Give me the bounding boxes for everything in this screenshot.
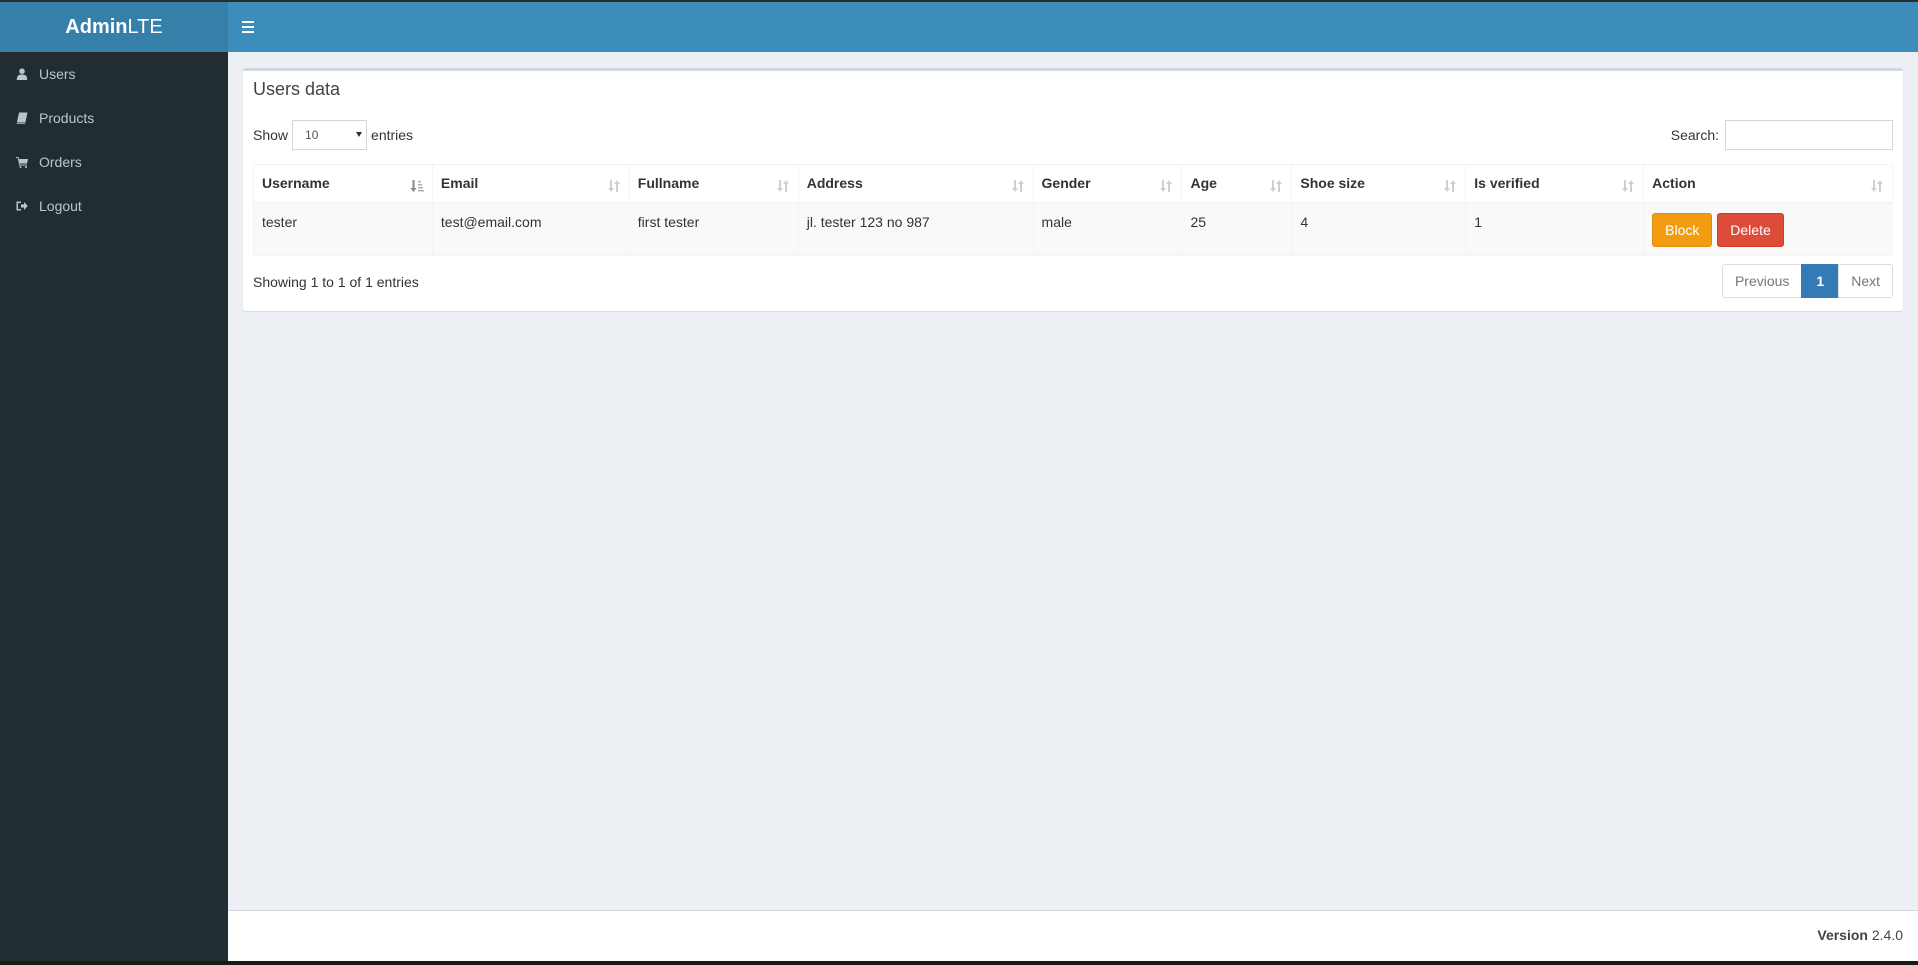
column-header-email[interactable]: Email	[431, 164, 630, 204]
sidebar-item-logout[interactable]: Logout	[0, 184, 228, 228]
logo-bold-text: Admin	[65, 16, 128, 38]
cell-username: tester	[253, 202, 433, 256]
column-header-shoe-size[interactable]: Shoe size	[1291, 164, 1467, 204]
cell-fullname: first tester	[628, 202, 799, 256]
sort-both-icon	[1011, 178, 1025, 192]
sidebar-item-label: Products	[39, 110, 95, 126]
pagination-previous[interactable]: Previous	[1721, 264, 1803, 298]
sidebar-item-label: Logout	[39, 198, 82, 214]
show-label: Show	[253, 127, 289, 143]
pagination: Previous 1 Next	[1721, 264, 1893, 298]
main-footer: Version 2.4.0	[228, 910, 1918, 961]
pagination-page-1[interactable]: 1	[1801, 264, 1840, 298]
shopping-cart-icon	[15, 155, 29, 169]
cell-age: 25	[1181, 202, 1293, 256]
sidebar-item-orders[interactable]: Orders	[0, 140, 228, 184]
column-header-gender[interactable]: Gender	[1032, 164, 1183, 204]
table-row: tester test@email.com first tester jl. t…	[253, 202, 1893, 256]
hamburger-icon	[242, 21, 254, 23]
entries-select-wrapper: 10	[288, 120, 371, 150]
entries-label: entries	[371, 127, 414, 143]
pagination-next[interactable]: Next	[1838, 264, 1893, 298]
cell-address: jl. tester 123 no 987	[797, 202, 1034, 256]
sign-out-icon	[15, 199, 29, 213]
delete-button[interactable]: Delete	[1717, 212, 1784, 247]
column-header-age[interactable]: Age	[1181, 164, 1293, 204]
sort-both-icon	[1443, 178, 1457, 192]
search-control: Search:	[1671, 120, 1893, 150]
cell-shoe-size: 4	[1291, 202, 1467, 256]
entries-length-control: Show 10 entries	[253, 120, 413, 150]
sidebar-item-label: Users	[39, 66, 76, 82]
cell-email: test@email.com	[431, 202, 630, 256]
column-header-fullname[interactable]: Fullname	[628, 164, 799, 204]
cell-action: Block Delete	[1643, 202, 1893, 256]
column-header-address[interactable]: Address	[797, 164, 1034, 204]
sort-ascending-icon	[410, 178, 424, 192]
sidebar-toggle-button[interactable]	[242, 18, 256, 36]
logo-light-text: LTE	[127, 16, 163, 38]
block-button[interactable]: Block	[1652, 212, 1713, 247]
column-header-label: Gender	[1041, 175, 1091, 191]
sidebar-menu: Users Products Orders Logout	[0, 52, 228, 228]
column-header-is-verified[interactable]: Is verified	[1465, 164, 1645, 204]
version-value: 2.4.0	[1871, 927, 1903, 943]
sort-both-icon	[1269, 178, 1283, 192]
app-logo[interactable]: AdminLTE	[0, 2, 228, 52]
search-input[interactable]	[1725, 120, 1893, 150]
column-header-action[interactable]: Action	[1643, 164, 1893, 204]
column-header-label: Fullname	[637, 175, 700, 191]
search-label: Search:	[1670, 127, 1719, 143]
sidebar-item-label: Orders	[39, 154, 82, 170]
version-label: Version	[1817, 927, 1868, 943]
column-header-label: Action	[1652, 175, 1696, 191]
sort-both-icon	[1621, 178, 1635, 192]
column-header-label: Username	[262, 175, 330, 191]
cell-gender: male	[1032, 202, 1183, 256]
column-header-username[interactable]: Username	[253, 164, 433, 204]
sidebar: Users Products Orders Logout	[0, 52, 228, 961]
hamburger-icon-line	[242, 26, 254, 28]
version-info: Version 2.4.0	[1817, 927, 1903, 943]
users-table: Username Email Fullname Address Gender A…	[253, 164, 1893, 256]
sort-both-icon	[1870, 178, 1884, 192]
column-header-label: Address	[806, 175, 863, 191]
entries-per-page-select[interactable]: 10	[292, 120, 368, 150]
column-header-label: Is verified	[1474, 175, 1540, 191]
table-info: Showing 1 to 1 of 1 entries	[253, 274, 419, 290]
sort-both-icon	[1159, 178, 1173, 192]
user-icon	[15, 67, 29, 81]
content-wrapper: Users data Show 10 entries Search: Usern…	[228, 52, 1918, 910]
book-icon	[15, 111, 29, 125]
sidebar-item-products[interactable]: Products	[0, 96, 228, 140]
top-navbar	[228, 2, 1918, 52]
users-data-box: Users data Show 10 entries Search: Usern…	[243, 68, 1903, 311]
cell-is-verified: 1	[1465, 202, 1645, 256]
sort-both-icon	[776, 178, 790, 192]
hamburger-icon-line	[242, 31, 254, 33]
sidebar-item-users[interactable]: Users	[0, 52, 228, 96]
sort-both-icon	[607, 178, 621, 192]
column-header-label: Age	[1190, 175, 1217, 191]
window-bottom-border	[0, 961, 1918, 965]
column-header-label: Email	[440, 175, 479, 191]
column-header-label: Shoe size	[1300, 175, 1365, 191]
table-header-row: Username Email Fullname Address Gender A…	[253, 164, 1893, 204]
box-title: Users data	[253, 79, 341, 99]
